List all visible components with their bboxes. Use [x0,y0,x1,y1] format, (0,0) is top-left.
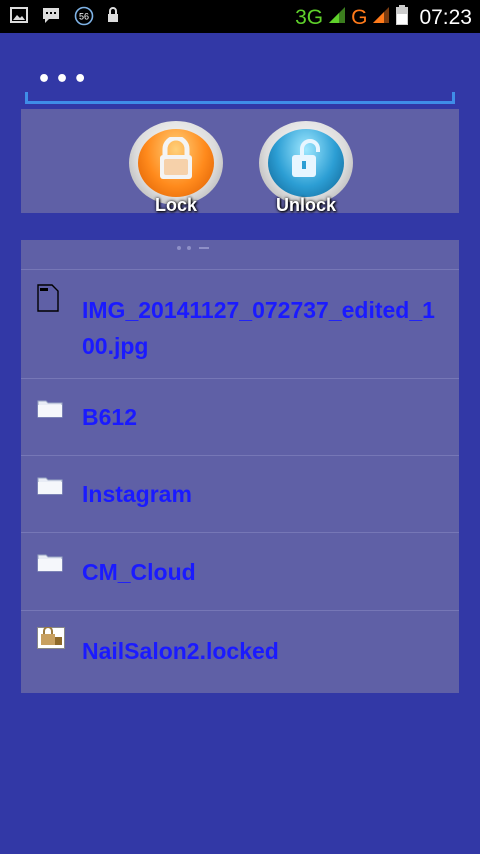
password-input[interactable] [25,58,455,104]
list-item[interactable]: NailSalon2.locked [21,611,459,693]
56-badge-icon: 56 [74,6,94,26]
file-name: NailSalon2.locked [82,638,279,664]
network-3g-label: 3G [295,5,324,29]
unlock-button[interactable]: Unlock [259,121,353,215]
svg-text:56: 56 [79,12,89,22]
clock: 07:23 [419,5,472,29]
file-name: B612 [82,404,137,430]
padlock-open-icon [292,139,320,177]
lock-button-label: Lock [154,195,197,215]
list-item[interactable]: Instagram [21,456,459,533]
lock-icon [106,6,124,24]
list-item[interactable]: IMG_20141127_072737_edited_100.jpg [21,270,459,379]
action-panel: Lock Unlock [21,109,459,215]
chat-icon [42,6,60,24]
unlock-button-label: Unlock [275,195,336,215]
signal-icon [371,5,391,30]
input-left-tick [25,92,28,104]
folder-icon [37,475,63,500]
image-icon [10,6,28,24]
file-name: CM_Cloud [82,559,196,585]
folder-icon [37,398,63,423]
folder-icon [37,552,63,577]
locked-file-icon [37,626,65,654]
signal-icon [327,5,347,30]
file-name: Instagram [82,481,192,507]
list-item[interactable]: CM_Cloud [21,533,459,611]
file-name: IMG_20141127_072737_edited_100.jpg [82,297,435,359]
network-g-label: G [351,5,368,29]
list-item[interactable]: B612 [21,379,459,456]
file-list[interactable]: IMG_20141127_072737_edited_100.jpg B612 … [21,240,459,693]
battery-icon [395,4,409,31]
lock-button[interactable]: Lock [129,121,223,215]
padlock-closed-icon [160,137,192,179]
input-right-tick [452,92,455,104]
list-scroll-hint [21,240,459,270]
file-icon [37,284,59,317]
status-bar: 56 3G G 07:23 [0,0,480,33]
